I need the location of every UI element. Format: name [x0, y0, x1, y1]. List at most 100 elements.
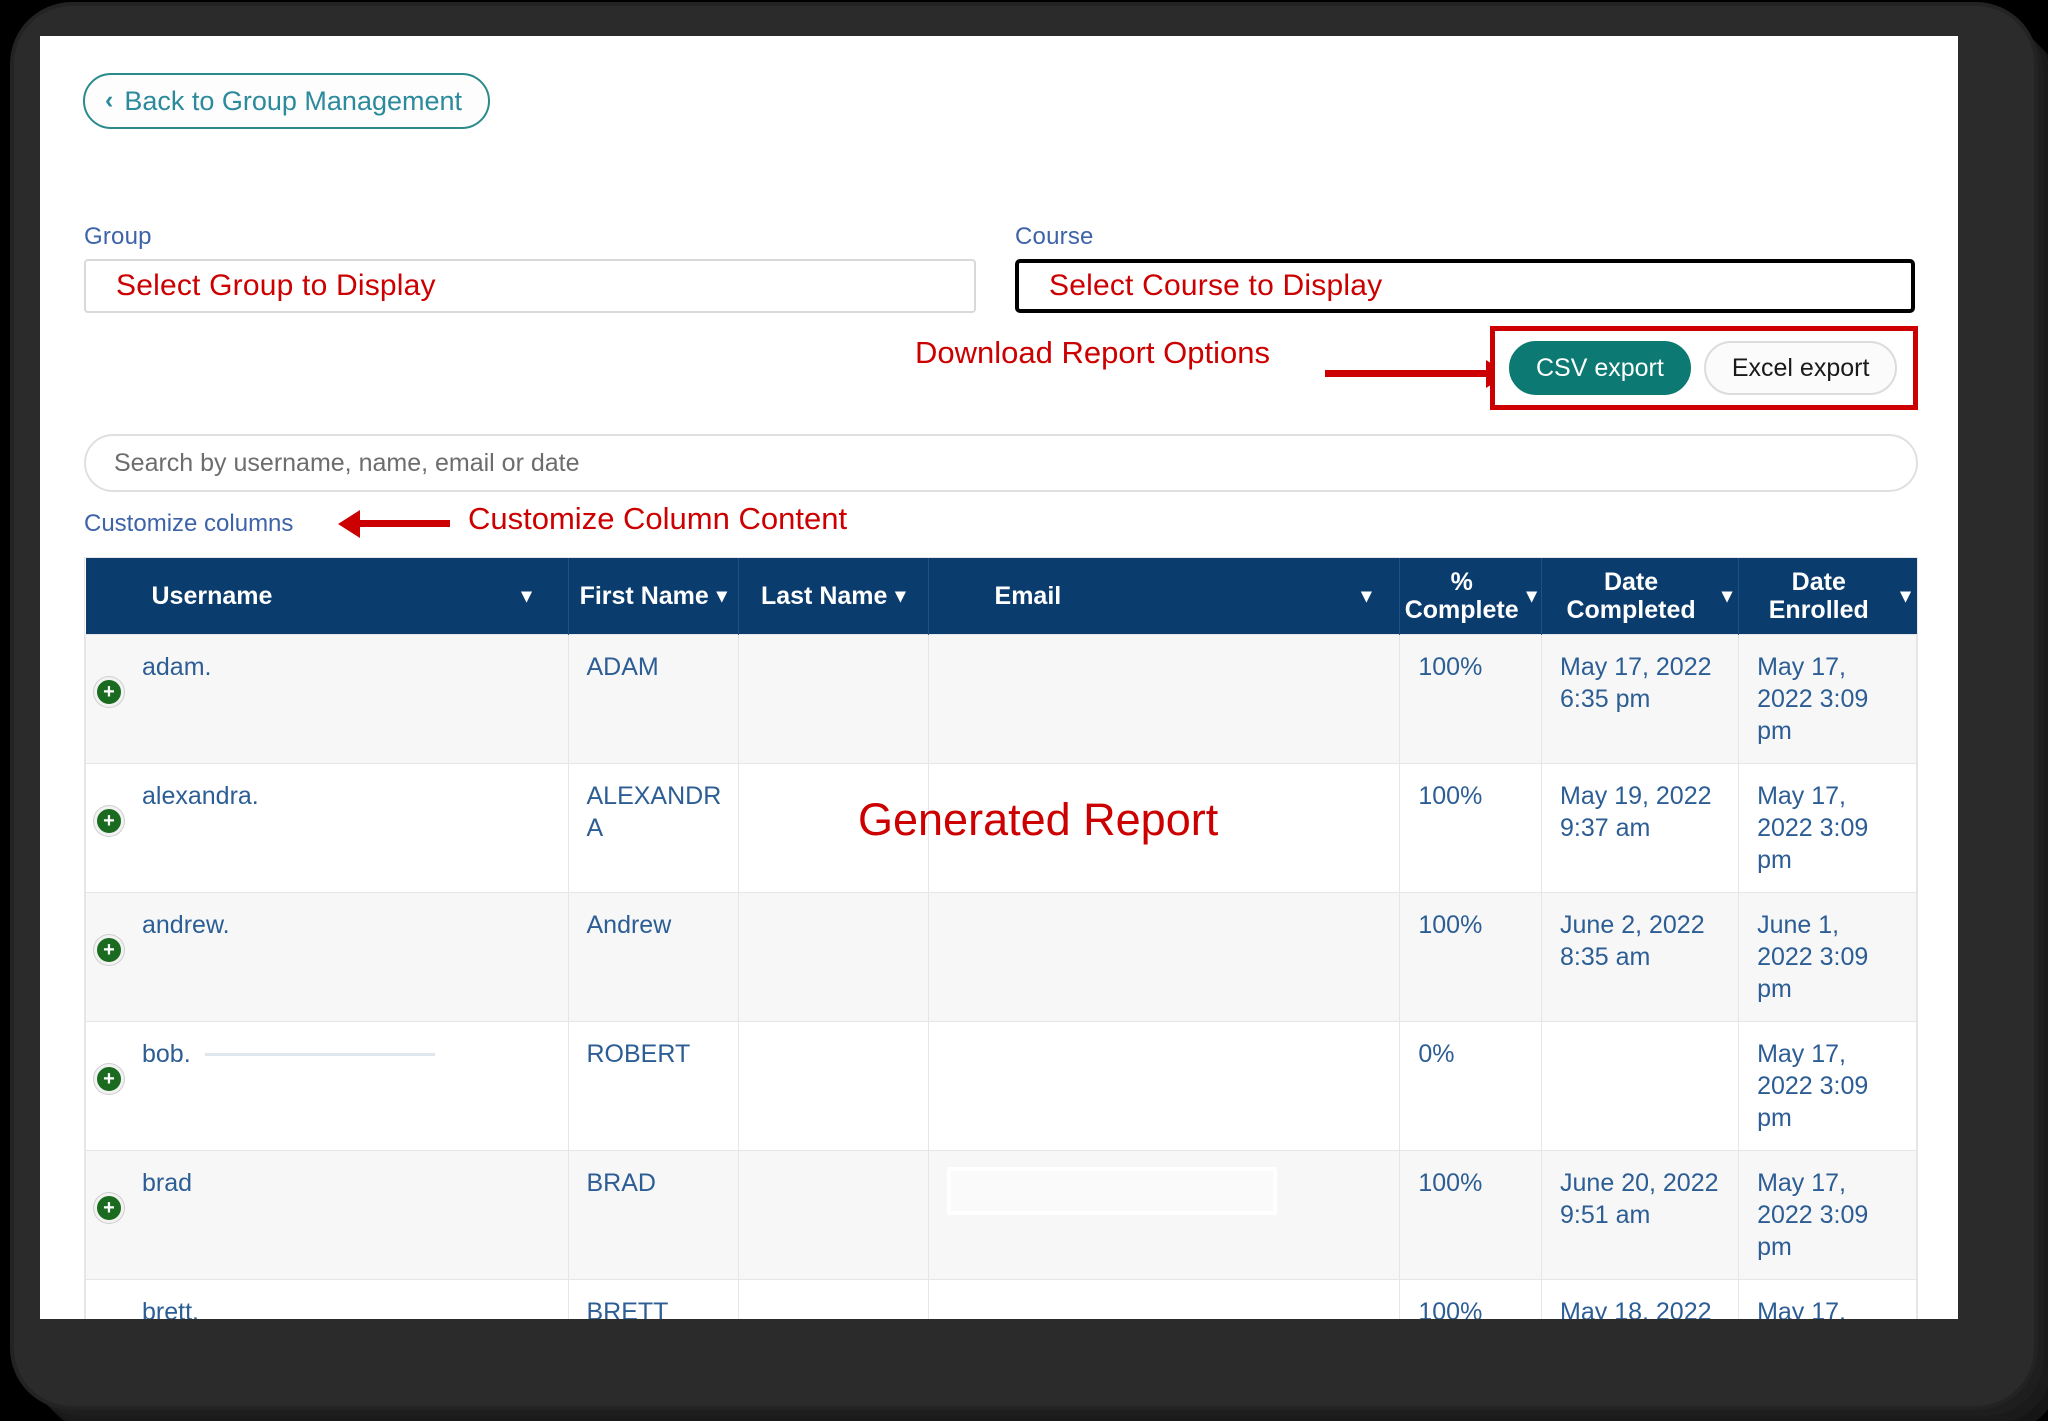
cell-date-enrolled: May 17, 2022 3:09 pm — [1738, 1020, 1917, 1151]
chevron-down-icon[interactable]: ▾ — [1722, 586, 1732, 606]
cell-username: + brad — [85, 1149, 569, 1280]
column-header-email[interactable]: Email ▾ — [928, 558, 1401, 634]
cell-first-name: ALEXANDRA — [567, 762, 739, 893]
cell-percent-complete: 100% — [1399, 891, 1543, 1022]
cell-date-enrolled: May 17, 2022 3:09 pm — [1738, 762, 1917, 893]
cell-email — [927, 633, 1401, 764]
table-row: + andrew. Andrew 100% June 2, 2022 8:35 am Ju… — [85, 891, 1917, 1022]
cell-date-completed: June 2, 2022 8:35 am — [1541, 891, 1740, 1022]
cell-username: +brett. — [85, 1278, 569, 1320]
cell-percent-complete: 0% — [1399, 1020, 1543, 1151]
chevron-down-icon[interactable]: ▾ — [1900, 586, 1910, 606]
cell-percent-complete: 100% — [1399, 762, 1543, 893]
column-header-first-name-label: First Name — [579, 581, 709, 610]
cell-last-name — [737, 1278, 929, 1319]
cell-last-name — [737, 762, 929, 893]
table-row: + alexandra. ALEXANDRA 100% May 19, 2022 9:3… — [85, 762, 1917, 893]
cell-date-enrolled: May 17, 2022 3:09 pm — [1738, 1149, 1917, 1280]
group-field-label: Group — [84, 223, 152, 250]
cell-email — [927, 762, 1401, 893]
cell-date-completed: May 18, 2022 1:17 pm — [1541, 1278, 1740, 1319]
table-row: + bob. ROBERT 0% May 17, 2022 3:09 pm — [85, 1020, 1917, 1151]
column-header-email-label: Email — [994, 581, 1062, 610]
cell-email — [927, 1278, 1401, 1319]
search-input[interactable] — [84, 434, 1918, 492]
username-text: brad — [142, 1168, 193, 1197]
column-header-date-enrolled-label: Date Enrolled — [1768, 567, 1869, 624]
chevron-down-icon[interactable]: ▾ — [1527, 586, 1537, 606]
column-header-last-name[interactable]: Last Name ▾ — [738, 558, 929, 634]
annotation-customize-column-content: Customize Column Content — [468, 501, 848, 536]
cell-first-name: ROBERT — [567, 1020, 739, 1151]
cell-email — [927, 1149, 1401, 1280]
cell-email — [927, 1020, 1401, 1151]
table-header-row: Username ▾ First Name ▾ Last Name ▾ Emai… — [85, 558, 1917, 634]
report-page: ‹ Back to Group Management Group Select … — [40, 36, 1958, 1319]
back-button-label: Back to Group Management — [124, 85, 463, 116]
csv-export-button[interactable]: CSV export — [1509, 341, 1691, 395]
cell-percent-complete: 100% — [1399, 1149, 1543, 1280]
plus-circle-icon[interactable]: + — [94, 1063, 124, 1094]
table-row: + brad BRAD 100% June 20, 2022 9:51 am May 17… — [85, 1149, 1917, 1280]
cell-first-name: BRETT — [567, 1278, 739, 1319]
cell-date-completed: May 19, 2022 9:37 am — [1541, 762, 1740, 893]
cell-date-enrolled: May 17, 2022 3:09 pm — [1738, 1278, 1917, 1319]
cell-username: + adam. — [85, 633, 569, 764]
group-select[interactable]: Select Group to Display — [84, 259, 976, 313]
report-table-body: + adam. ADAM 100% May 17, 2022 6:35 pm May 17… — [85, 633, 1917, 1320]
cell-last-name — [737, 1149, 929, 1280]
export-options-group: CSV export Excel export — [1490, 326, 1918, 410]
group-select-placeholder: Select Group to Display — [116, 269, 436, 302]
cell-first-name: Andrew — [567, 891, 739, 1022]
cell-username: + bob. — [85, 1020, 569, 1151]
course-select-placeholder: Select Course to Display — [1049, 269, 1383, 302]
username-text: adam. — [142, 652, 212, 681]
column-header-username-label: Username — [151, 581, 273, 610]
customize-columns-link[interactable]: Customize columns — [84, 510, 293, 538]
chevron-left-icon: ‹ — [105, 85, 114, 114]
cell-username: + andrew. — [85, 891, 569, 1022]
column-header-username[interactable]: Username ▾ — [85, 558, 569, 634]
column-header-date-completed-label: Date Completed — [1566, 567, 1696, 624]
cell-first-name: BRAD — [567, 1149, 739, 1280]
username-text: bob. — [142, 1039, 191, 1068]
annotation-arrow-left-icon — [338, 510, 450, 538]
report-table-container: Username ▾ First Name ▾ Last Name ▾ Emai… — [84, 557, 1918, 1319]
annotation-download-report-options: Download Report Options — [915, 335, 1270, 370]
chevron-down-icon[interactable]: ▾ — [895, 586, 905, 606]
column-header-percent-complete-label: % Complete — [1404, 567, 1519, 624]
cell-email — [927, 891, 1401, 1022]
column-header-date-enrolled[interactable]: Date Enrolled ▾ — [1738, 558, 1917, 634]
cell-last-name — [737, 633, 929, 764]
redacted-username-placeholder — [204, 1053, 435, 1057]
cell-percent-complete: 100% — [1399, 633, 1543, 764]
cell-date-enrolled: May 17, 2022 3:09 pm — [1738, 633, 1917, 764]
cell-username: + alexandra. — [85, 762, 569, 893]
cell-date-enrolled: June 1, 2022 3:09 pm — [1738, 891, 1917, 1022]
course-select[interactable]: Select Course to Display — [1015, 259, 1915, 313]
cell-last-name — [737, 891, 929, 1022]
redacted-email-placeholder — [946, 1166, 1277, 1215]
column-header-first-name[interactable]: First Name ▾ — [568, 558, 739, 634]
table-row: +brett.BRETT 100%May 18, 2022 1:17 pmMay … — [85, 1278, 1917, 1320]
plus-circle-icon[interactable]: + — [94, 934, 124, 965]
excel-export-button[interactable]: Excel export — [1703, 341, 1898, 395]
username-text: andrew. — [142, 910, 230, 939]
username-text: brett. — [142, 1297, 199, 1320]
plus-circle-icon[interactable]: + — [94, 1192, 124, 1223]
cell-date-completed: June 20, 2022 9:51 am — [1541, 1149, 1740, 1280]
plus-circle-icon[interactable]: + — [94, 676, 124, 707]
chevron-down-icon[interactable]: ▾ — [521, 586, 531, 606]
column-header-date-completed[interactable]: Date Completed ▾ — [1541, 558, 1740, 634]
username-text: alexandra. — [142, 781, 259, 810]
table-row: + adam. ADAM 100% May 17, 2022 6:35 pm May 17… — [85, 633, 1917, 764]
report-table: Username ▾ First Name ▾ Last Name ▾ Emai… — [85, 558, 1917, 1319]
column-header-percent-complete[interactable]: % Complete ▾ — [1399, 558, 1543, 634]
column-header-last-name-label: Last Name — [760, 581, 888, 610]
back-to-group-management-button[interactable]: ‹ Back to Group Management — [83, 73, 491, 129]
chevron-down-icon[interactable]: ▾ — [1361, 586, 1371, 606]
cell-date-completed: May 17, 2022 6:35 pm — [1541, 633, 1740, 764]
chevron-down-icon[interactable]: ▾ — [717, 586, 727, 606]
cell-last-name — [737, 1020, 929, 1151]
plus-circle-icon[interactable]: + — [94, 805, 124, 836]
